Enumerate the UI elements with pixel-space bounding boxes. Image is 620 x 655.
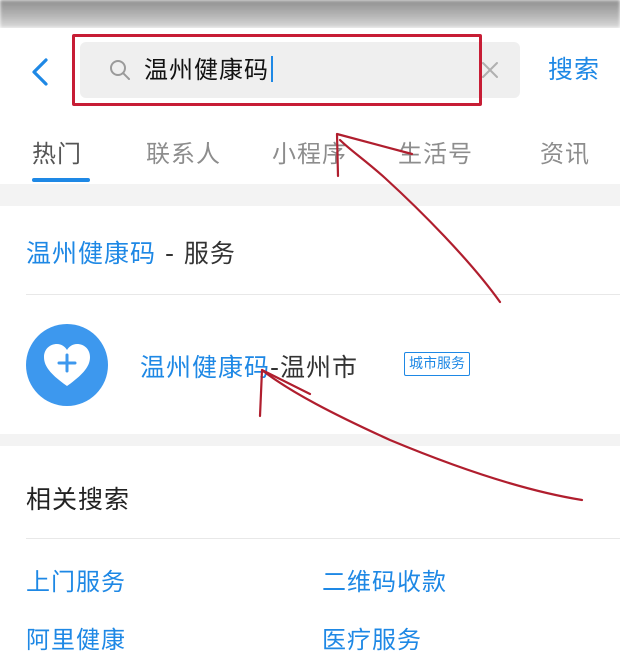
search-header: 温州健康码 搜索 xyxy=(0,28,620,112)
tab-contacts[interactable]: 联系人 xyxy=(146,134,221,169)
service-name-keyword: 温州健康码 xyxy=(140,353,271,382)
active-tab-indicator xyxy=(32,178,90,182)
service-title-keyword: 温州健康码 xyxy=(26,239,157,268)
service-section: 温州健康码 - 服务 温州健康码-温州市 城市服务 xyxy=(0,206,620,434)
related-item[interactable]: 阿里健康 xyxy=(26,620,126,655)
divider xyxy=(26,538,620,539)
heart-plus-icon xyxy=(26,324,108,406)
search-button[interactable]: 搜索 xyxy=(548,50,600,86)
tab-life-accounts[interactable]: 生活号 xyxy=(398,134,473,169)
search-box[interactable]: 温州健康码 xyxy=(80,42,520,98)
city-service-badge: 城市服务 xyxy=(404,352,470,376)
related-searches-section: 相关搜索 上门服务 二维码收款 阿里健康 医疗服务 xyxy=(0,446,620,654)
back-button[interactable] xyxy=(22,54,58,90)
close-icon[interactable] xyxy=(478,58,502,82)
related-searches-title: 相关搜索 xyxy=(26,485,131,514)
service-title-suffix: - 服务 xyxy=(156,239,236,268)
service-name-city: -温州市 xyxy=(270,353,359,382)
text-caret xyxy=(271,56,273,82)
service-result-item[interactable]: 温州健康码-温州市 城市服务 xyxy=(0,306,620,422)
search-input[interactable]: 温州健康码 xyxy=(144,52,273,88)
related-item[interactable]: 医疗服务 xyxy=(322,620,422,655)
divider xyxy=(26,294,620,295)
status-bar xyxy=(0,0,620,28)
section-spacer xyxy=(0,434,620,446)
service-section-title: 温州健康码 - 服务 xyxy=(26,234,236,270)
chevron-left-icon xyxy=(32,58,48,86)
related-item[interactable]: 上门服务 xyxy=(26,562,126,597)
tab-bar: 热门 联系人 小程序 生活号 资讯 xyxy=(0,112,620,184)
section-spacer xyxy=(0,184,620,206)
tab-hot[interactable]: 热门 xyxy=(32,134,82,169)
tab-mini-programs[interactable]: 小程序 xyxy=(272,134,347,169)
related-item[interactable]: 二维码收款 xyxy=(322,562,447,597)
search-query-text: 温州健康码 xyxy=(144,56,269,84)
tab-news[interactable]: 资讯 xyxy=(540,134,590,169)
search-icon xyxy=(110,60,130,80)
service-name: 温州健康码-温州市 xyxy=(140,348,358,384)
